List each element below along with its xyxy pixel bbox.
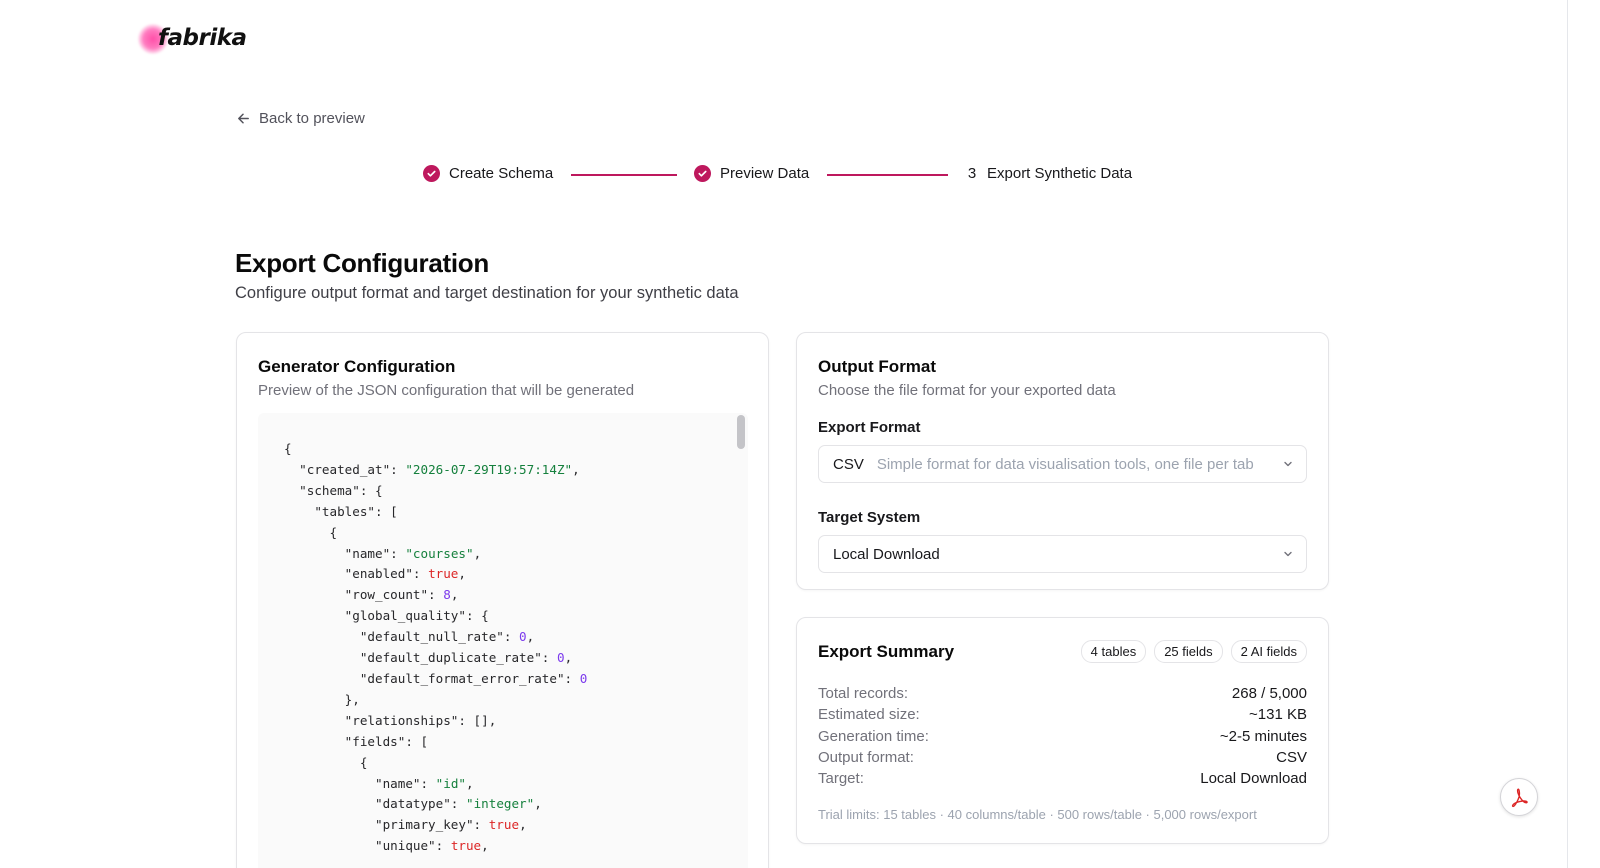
export-format-label: Export Format bbox=[818, 419, 921, 436]
progress-stepper: Create Schema Preview Data 3 Export Synt… bbox=[0, 165, 1567, 187]
tables-badge: 4 tables bbox=[1080, 640, 1147, 663]
selected-target: Local Download bbox=[833, 545, 940, 563]
check-circle-icon bbox=[423, 165, 440, 182]
trial-limits-note: Trial limits: 15 tables · 40 columns/tab… bbox=[818, 807, 1257, 823]
summary-row-target: Target: Local Download bbox=[818, 768, 1307, 789]
brand-name: fabrika bbox=[158, 25, 247, 51]
card-description: Choose the file format for your exported… bbox=[818, 382, 1116, 399]
summary-row-generation-time: Generation time: ~2-5 minutes bbox=[818, 726, 1307, 747]
ai-fields-badge: 2 AI fields bbox=[1230, 640, 1307, 663]
step-create-schema[interactable]: Create Schema bbox=[423, 165, 553, 182]
export-format-select[interactable]: CSV Simple format for data visualisation… bbox=[818, 445, 1307, 483]
format-hint: Simple format for data visualisation too… bbox=[876, 455, 1254, 473]
json-code: { "created_at": "2026-07-29T19:57:14Z", … bbox=[284, 441, 588, 854]
summary-key: Estimated size: bbox=[818, 706, 920, 724]
step-number: 3 bbox=[967, 165, 977, 182]
brand-logo[interactable]: fabrika bbox=[138, 20, 247, 56]
card-title: Export Summary bbox=[818, 641, 955, 661]
check-circle-icon bbox=[694, 165, 711, 182]
page-subtitle: Configure output format and target desti… bbox=[235, 284, 739, 302]
summary-row-total-records: Total records: 268 / 5,000 bbox=[818, 683, 1307, 704]
step-export-synthetic-data[interactable]: 3 Export Synthetic Data bbox=[966, 165, 1132, 182]
summary-badges: 4 tables 25 fields 2 AI fields bbox=[1080, 640, 1307, 663]
window-edge bbox=[1568, 0, 1600, 868]
pdf-icon bbox=[1511, 788, 1528, 808]
target-system-select[interactable]: Local Download bbox=[818, 535, 1307, 573]
chevron-down-icon bbox=[1284, 551, 1292, 557]
step-connector bbox=[571, 174, 677, 176]
card-title: Output Format bbox=[818, 357, 937, 376]
app-window: fabrika Back to preview Create Schema Pr… bbox=[0, 0, 1568, 868]
card-description: Preview of the JSON configuration that w… bbox=[258, 382, 635, 399]
fields-badge: 25 fields bbox=[1154, 640, 1223, 663]
back-to-preview-link[interactable]: Back to preview bbox=[236, 110, 365, 127]
chevron-down-icon bbox=[1284, 461, 1292, 467]
summary-value: ~2-5 minutes bbox=[1219, 727, 1307, 745]
selected-format: CSV bbox=[833, 455, 864, 473]
summary-row-output-format: Output format: CSV bbox=[818, 747, 1307, 768]
summary-rows: Total records: 268 / 5,000 Estimated siz… bbox=[818, 683, 1307, 789]
pdf-floating-button[interactable] bbox=[1500, 778, 1538, 816]
card-title: Generator Configuration bbox=[258, 357, 456, 376]
scrollbar-thumb[interactable] bbox=[737, 415, 745, 449]
export-summary-card: Export Summary 4 tables 25 fields 2 AI f… bbox=[796, 617, 1329, 844]
summary-key: Output format: bbox=[818, 748, 914, 766]
output-format-card: Output Format Choose the file format for… bbox=[796, 332, 1329, 590]
summary-value: Local Download bbox=[1200, 770, 1307, 788]
step-connector bbox=[827, 174, 948, 176]
step-preview-data[interactable]: Preview Data bbox=[694, 165, 809, 182]
back-label: Back to preview bbox=[259, 110, 365, 127]
generator-config-card: Generator Configuration Preview of the J… bbox=[236, 332, 769, 868]
json-preview[interactable]: { "created_at": "2026-07-29T19:57:14Z", … bbox=[258, 413, 748, 868]
summary-key: Target: bbox=[818, 770, 864, 788]
summary-row-estimated-size: Estimated size: ~131 KB bbox=[818, 704, 1307, 725]
summary-value: CSV bbox=[1276, 748, 1307, 766]
page-title: Export Configuration bbox=[235, 248, 489, 278]
step-label: Create Schema bbox=[449, 165, 554, 182]
summary-value: 268 / 5,000 bbox=[1231, 685, 1307, 702]
step-label: Preview Data bbox=[720, 165, 810, 182]
step-label: Export Synthetic Data bbox=[987, 165, 1133, 182]
arrow-left-icon bbox=[238, 113, 249, 124]
summary-key: Generation time: bbox=[818, 727, 929, 745]
summary-value: ~131 KB bbox=[1249, 706, 1307, 724]
summary-key: Total records: bbox=[818, 685, 909, 702]
target-system-label: Target System bbox=[818, 509, 921, 526]
